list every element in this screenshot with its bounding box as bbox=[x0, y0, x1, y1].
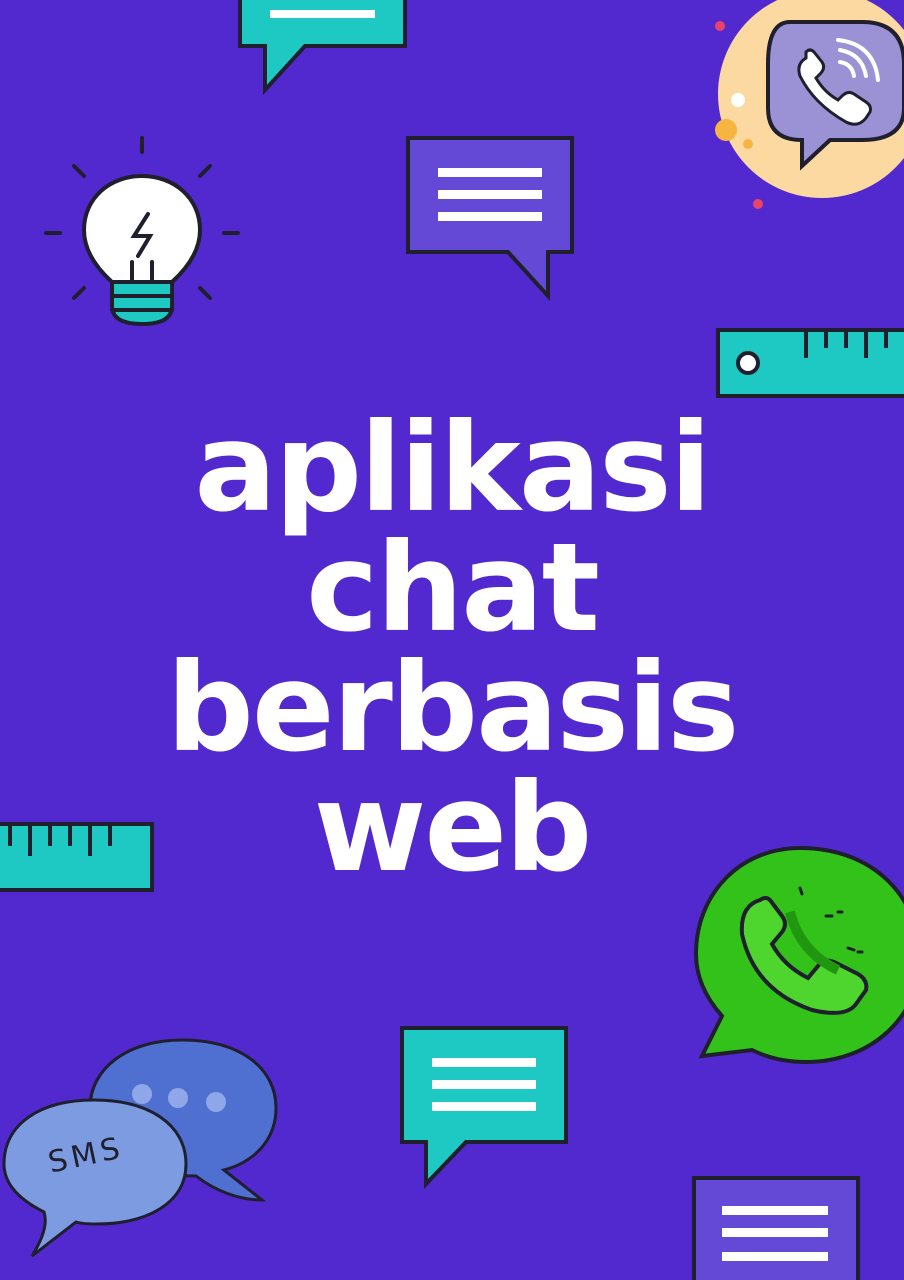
viber-icon bbox=[715, 0, 904, 209]
poster-title: aplikasi chat berbasis web bbox=[0, 397, 904, 899]
title-line: aplikasi bbox=[194, 397, 711, 539]
title-line: chat bbox=[306, 517, 600, 659]
chat-bubble-icon bbox=[692, 1176, 860, 1280]
lightbulb-icon bbox=[44, 136, 240, 327]
title-line: berbasis bbox=[166, 637, 740, 779]
chat-bubble-icon bbox=[406, 136, 574, 302]
chat-bubble-icon bbox=[400, 1026, 568, 1189]
chat-bubble-icon bbox=[238, 0, 407, 96]
ruler-icon bbox=[716, 328, 904, 398]
title-line: web bbox=[313, 757, 593, 899]
